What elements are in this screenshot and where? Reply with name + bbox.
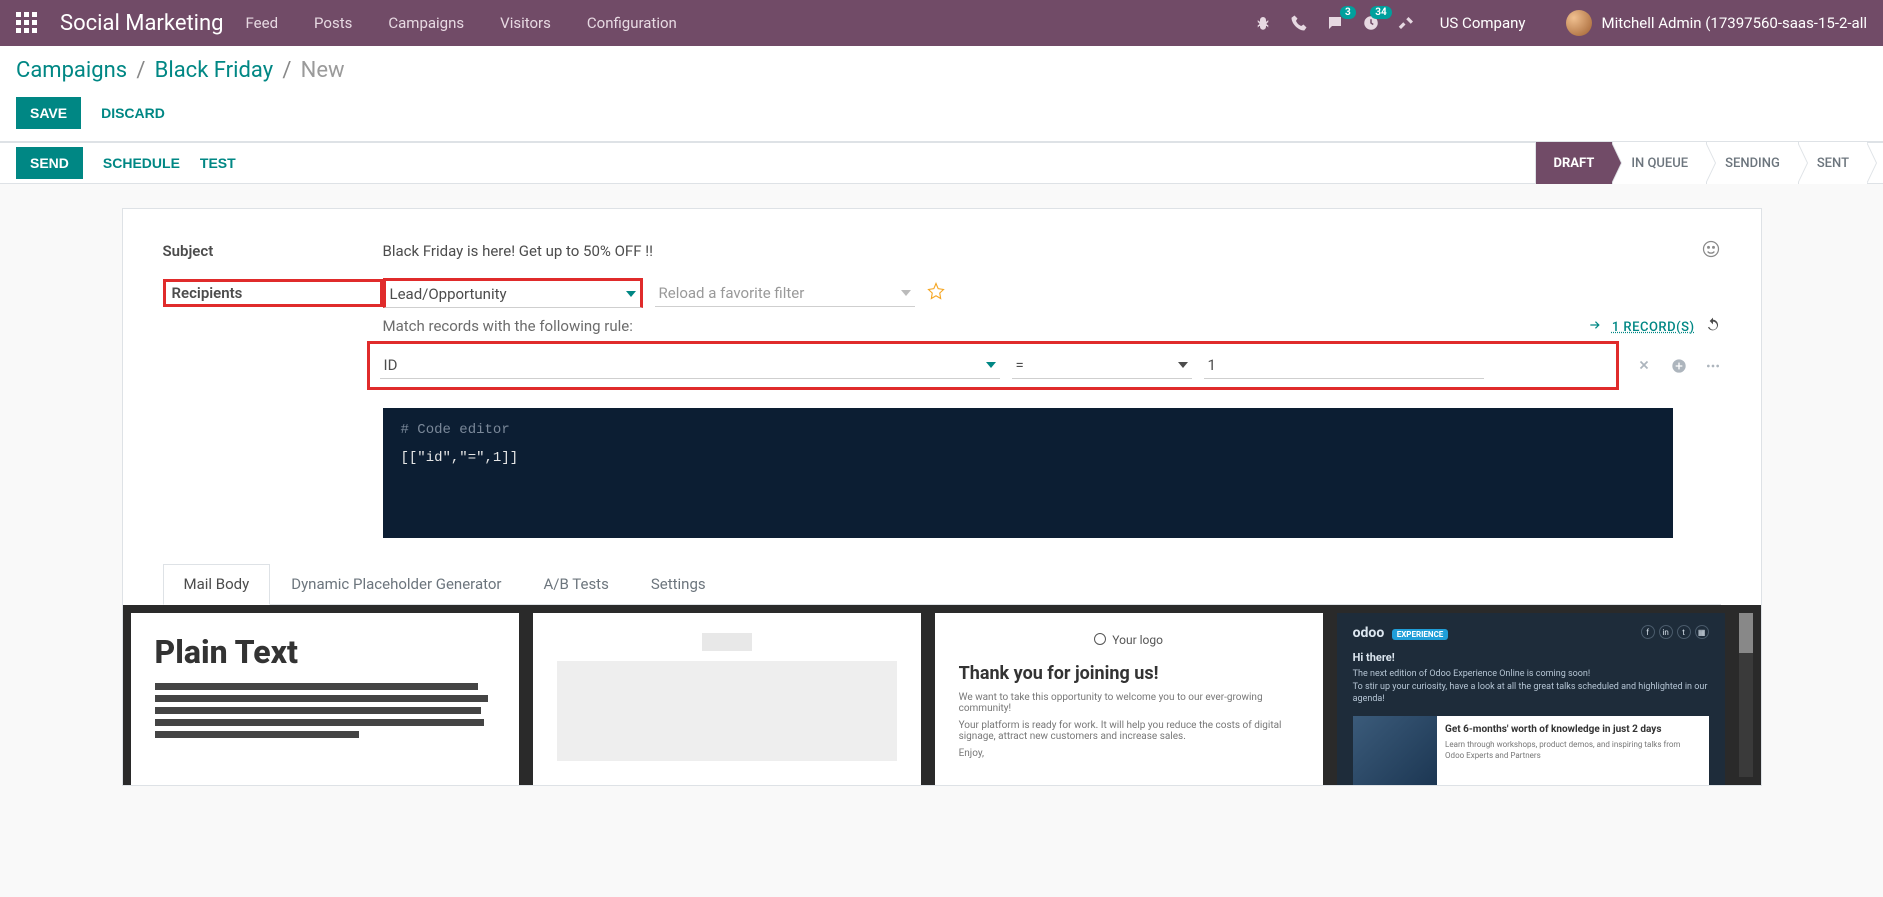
delete-rule-icon[interactable] bbox=[1637, 358, 1653, 374]
breadcrumb: Campaigns / Black Friday / New bbox=[0, 46, 1883, 91]
rule-value-input[interactable]: 1 bbox=[1204, 352, 1484, 379]
discard-button[interactable]: DISCARD bbox=[101, 105, 165, 121]
tab-mail-body[interactable]: Mail Body bbox=[163, 564, 271, 605]
clock-icon[interactable]: 34 bbox=[1362, 14, 1380, 32]
domain-rule: ID = 1 bbox=[367, 341, 1619, 390]
tabs: Mail Body Dynamic Placeholder Generator … bbox=[163, 564, 1721, 605]
recipients-model-select[interactable]: Lead/Opportunity bbox=[383, 278, 643, 308]
status-sending[interactable]: SENDING bbox=[1706, 142, 1798, 184]
tab-ab-tests[interactable]: A/B Tests bbox=[523, 564, 630, 604]
recipients-label: Recipients bbox=[163, 279, 383, 307]
bug-icon[interactable] bbox=[1254, 14, 1272, 32]
star-icon[interactable] bbox=[927, 282, 945, 304]
template-plain-text[interactable]: Plain Text bbox=[131, 613, 519, 785]
user-menu[interactable]: Mitchell Admin (17397560-saas-15-2-all bbox=[1566, 10, 1868, 36]
control-panel: Campaigns / Black Friday / New SAVE DISC… bbox=[0, 46, 1883, 142]
refresh-icon[interactable] bbox=[1705, 317, 1721, 337]
template-gallery: Plain Text Your logo Thank you for joini… bbox=[123, 605, 1761, 785]
status-sent[interactable]: SENT bbox=[1798, 142, 1867, 184]
template-thank-you[interactable]: Your logo Thank you for joining us! We w… bbox=[935, 613, 1323, 785]
rule-hint: Match records with the following rule: bbox=[383, 317, 1721, 335]
more-rule-icon[interactable] bbox=[1705, 358, 1721, 374]
statusbar: SEND SCHEDULE TEST DRAFT IN QUEUE SENDIN… bbox=[0, 142, 1883, 184]
records-info: 1 RECORD(S) bbox=[1588, 317, 1721, 337]
template-odoo-experience[interactable]: odoo EXPERIENCE fint▦ Hi there! The next… bbox=[1337, 613, 1725, 785]
code-body: [["id","=",1]] bbox=[401, 450, 1655, 466]
subject-value[interactable]: Black Friday is here! Get up to 50% OFF … bbox=[383, 242, 653, 260]
messages-icon[interactable]: 3 bbox=[1326, 14, 1344, 32]
rule-operator-select[interactable]: = bbox=[1012, 352, 1192, 379]
username: Mitchell Admin (17397560-saas-15-2-all bbox=[1602, 14, 1868, 32]
nav-configuration[interactable]: Configuration bbox=[587, 14, 677, 32]
tab-placeholder-generator[interactable]: Dynamic Placeholder Generator bbox=[270, 564, 522, 604]
subject-label: Subject bbox=[163, 242, 383, 260]
activity-badge: 34 bbox=[1370, 6, 1391, 19]
caret-down-icon bbox=[626, 285, 636, 303]
nav-campaigns[interactable]: Campaigns bbox=[388, 14, 464, 32]
schedule-button[interactable]: SCHEDULE bbox=[103, 155, 180, 171]
caret-down-icon bbox=[1178, 356, 1188, 374]
nav-menu: Feed Posts Campaigns Visitors Configurat… bbox=[246, 14, 677, 32]
edit-buttons: SAVE DISCARD bbox=[0, 91, 1883, 141]
apps-icon[interactable] bbox=[16, 12, 38, 34]
tab-settings[interactable]: Settings bbox=[630, 564, 727, 604]
status-in-queue[interactable]: IN QUEUE bbox=[1612, 142, 1706, 184]
avatar bbox=[1566, 10, 1592, 36]
code-editor[interactable]: # Code editor [["id","=",1]] bbox=[383, 408, 1673, 538]
emoji-icon[interactable] bbox=[1701, 239, 1721, 263]
arrow-right-icon bbox=[1588, 318, 1602, 336]
gallery-scrollbar[interactable] bbox=[1739, 613, 1753, 777]
nav-visitors[interactable]: Visitors bbox=[500, 14, 551, 32]
nav-posts[interactable]: Posts bbox=[314, 14, 352, 32]
caret-down-icon bbox=[986, 356, 996, 374]
records-count[interactable]: 1 RECORD(S) bbox=[1612, 320, 1695, 335]
breadcrumb-current: New bbox=[301, 58, 345, 83]
nav-feed[interactable]: Feed bbox=[246, 14, 279, 32]
phone-icon[interactable] bbox=[1290, 14, 1308, 32]
social-icons: fint▦ bbox=[1641, 625, 1709, 639]
rule-field-select[interactable]: ID bbox=[380, 352, 1000, 379]
add-rule-icon[interactable] bbox=[1671, 358, 1687, 374]
company-selector[interactable]: US Company bbox=[1440, 14, 1526, 32]
send-button[interactable]: SEND bbox=[16, 147, 83, 179]
caret-down-icon bbox=[901, 284, 911, 302]
form-sheet: Subject Black Friday is here! Get up to … bbox=[122, 208, 1762, 786]
status-draft[interactable]: DRAFT bbox=[1535, 142, 1613, 184]
template-basic[interactable] bbox=[533, 613, 921, 785]
favorite-filter-select[interactable]: Reload a favorite filter bbox=[655, 280, 915, 307]
tools-icon[interactable] bbox=[1398, 14, 1416, 32]
messages-badge: 3 bbox=[1340, 6, 1356, 19]
top-navbar: Social Marketing Feed Posts Campaigns Vi… bbox=[0, 0, 1883, 46]
nav-icons: 3 34 US Company Mitchell Admin (17397560… bbox=[1254, 10, 1867, 36]
test-button[interactable]: TEST bbox=[200, 155, 236, 171]
breadcrumb-black-friday[interactable]: Black Friday bbox=[155, 58, 273, 83]
app-title[interactable]: Social Marketing bbox=[60, 11, 224, 36]
breadcrumb-campaigns[interactable]: Campaigns bbox=[16, 58, 127, 83]
save-button[interactable]: SAVE bbox=[16, 97, 81, 129]
